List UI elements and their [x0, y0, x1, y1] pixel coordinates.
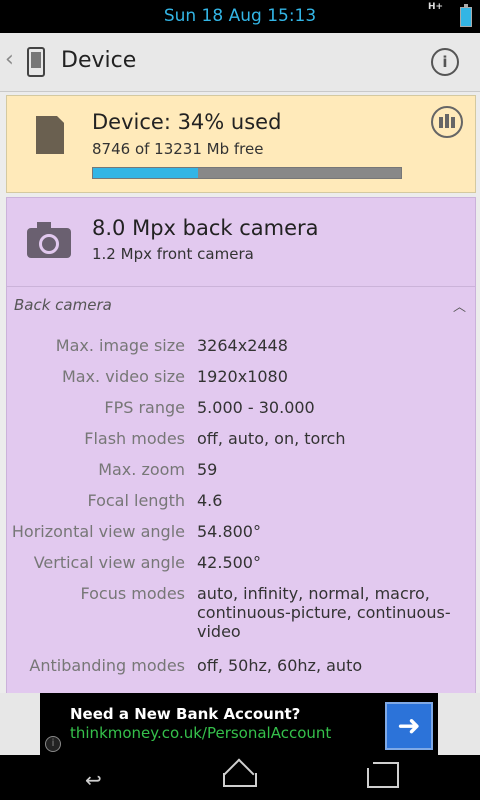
spec-value: off, 50hz, 60hz, auto [197, 656, 363, 675]
spec-label: Max. video size [61, 367, 185, 386]
storage-progress-fill [93, 168, 198, 178]
spec-label: Horizontal view angle [11, 522, 185, 541]
spec-label: Antibanding modes [29, 656, 185, 675]
storage-progress [92, 167, 402, 179]
spec-value: 59 [197, 460, 218, 479]
section-title[interactable]: Back camera [14, 296, 112, 314]
camera-card: 8.0 Mpx back camera 1.2 Mpx front camera… [6, 197, 476, 695]
spec-value: 4.6 [197, 491, 223, 510]
hplus-signal-icon: H+ [428, 2, 450, 26]
storage-headline: Device: 34% used [92, 110, 282, 134]
ad-box[interactable]: Need a New Bank Account? thinkmoney.co.u… [40, 693, 438, 755]
sd-card-icon [36, 116, 64, 154]
network-type: H+ [428, 2, 444, 12]
status-bar: Sun 18 Aug 15:13 H+ [0, 0, 480, 33]
spec-label: Focal length [87, 491, 185, 510]
divider [7, 286, 475, 287]
spec-value: auto, infinity, normal, macro, continuou… [197, 584, 451, 641]
spec-value: 42.500° [197, 553, 261, 572]
chevron-left-icon[interactable]: ‹ [5, 47, 14, 72]
info-icon[interactable]: i [431, 48, 459, 76]
recents-icon[interactable] [367, 762, 399, 788]
camera-subline: 1.2 Mpx front camera [92, 245, 254, 263]
storage-card[interactable]: Device: 34% used 8746 of 13231 Mb free [6, 95, 476, 193]
battery-icon [460, 4, 472, 27]
back-icon[interactable]: ↩ [85, 768, 102, 792]
spec-value: off, auto, on, torch [197, 429, 346, 448]
spec-value: 5.000 - 30.000 [197, 398, 315, 417]
bar-chart-icon[interactable] [431, 106, 463, 138]
spec-value: 54.800° [197, 522, 261, 541]
storage-subline: 8746 of 13231 Mb free [92, 140, 264, 158]
action-bar: ‹ Device i [0, 33, 480, 92]
spec-label: Vertical view angle [33, 553, 185, 572]
camera-icon [27, 222, 71, 258]
spec-value: 3264x2448 [197, 336, 288, 355]
ad-link[interactable]: thinkmoney.co.uk/PersonalAccount [70, 724, 331, 742]
spec-label: FPS range [104, 398, 185, 417]
status-clock: Sun 18 Aug 15:13 [163, 6, 317, 26]
camera-headline: 8.0 Mpx back camera [92, 216, 319, 240]
chevron-up-icon[interactable]: ︿ [453, 296, 466, 315]
spec-label: Flash modes [84, 429, 185, 448]
spec-label: Max. image size [55, 336, 185, 355]
home-icon[interactable] [223, 768, 257, 788]
spec-label: Focus modes [80, 584, 186, 603]
ad-title[interactable]: Need a New Bank Account? [70, 705, 300, 723]
page-title: Device [61, 48, 137, 73]
spec-value: 1920x1080 [197, 367, 288, 386]
phone-icon[interactable] [27, 47, 45, 77]
info-icon[interactable]: i [45, 736, 61, 752]
ad-banner[interactable]: Need a New Bank Account? thinkmoney.co.u… [0, 693, 480, 755]
arrow-right-icon[interactable]: ➜ [385, 702, 433, 750]
spec-label: Max. zoom [98, 460, 185, 479]
nav-bar: ↩ [0, 755, 480, 800]
